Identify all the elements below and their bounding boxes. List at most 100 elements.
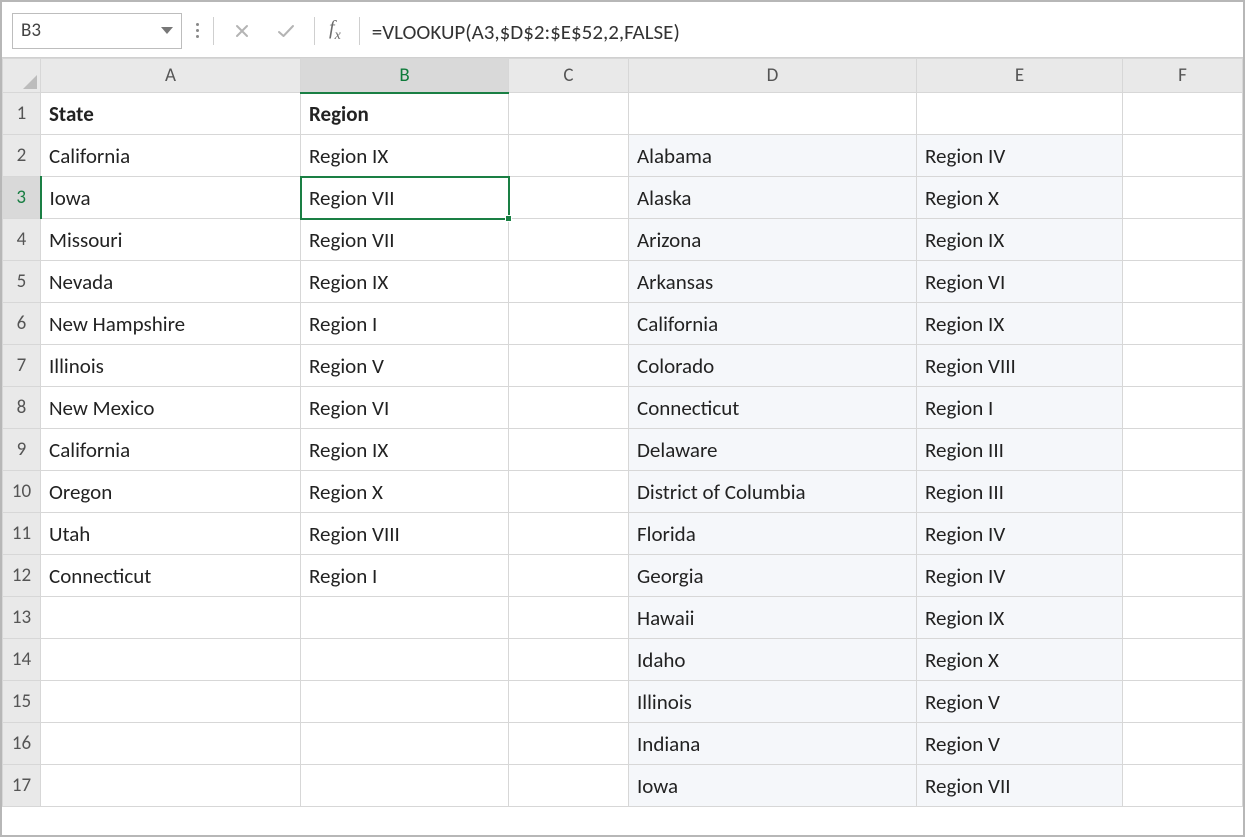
cell-C3[interactable] bbox=[509, 177, 629, 219]
cell-C16[interactable] bbox=[509, 723, 629, 765]
cell-C13[interactable] bbox=[509, 597, 629, 639]
column-header-C[interactable]: C bbox=[509, 59, 629, 93]
cell-B4[interactable]: Region VII bbox=[301, 219, 509, 261]
cell-A8[interactable]: New Mexico bbox=[41, 387, 301, 429]
cell-E11[interactable]: Region IV bbox=[917, 513, 1123, 555]
cell-F15[interactable] bbox=[1123, 681, 1243, 723]
cell-F4[interactable] bbox=[1123, 219, 1243, 261]
cell-B15[interactable] bbox=[301, 681, 509, 723]
cell-A15[interactable] bbox=[41, 681, 301, 723]
cell-C11[interactable] bbox=[509, 513, 629, 555]
cell-C15[interactable] bbox=[509, 681, 629, 723]
cell-A14[interactable] bbox=[41, 639, 301, 681]
cell-E14[interactable]: Region X bbox=[917, 639, 1123, 681]
worksheet-grid[interactable]: A B C D E F 1StateRegion2CaliforniaRegio… bbox=[2, 58, 1243, 835]
cell-D1[interactable] bbox=[629, 93, 917, 135]
row-header[interactable]: 8 bbox=[3, 387, 41, 429]
enter-formula-button[interactable] bbox=[270, 15, 302, 47]
cell-D12[interactable]: Georgia bbox=[629, 555, 917, 597]
cell-D11[interactable]: Florida bbox=[629, 513, 917, 555]
cell-D3[interactable]: Alaska bbox=[629, 177, 917, 219]
row-header[interactable]: 16 bbox=[3, 723, 41, 765]
cell-E3[interactable]: Region X bbox=[917, 177, 1123, 219]
cell-D15[interactable]: Illinois bbox=[629, 681, 917, 723]
cell-E4[interactable]: Region IX bbox=[917, 219, 1123, 261]
cell-A16[interactable] bbox=[41, 723, 301, 765]
cell-B13[interactable] bbox=[301, 597, 509, 639]
cell-F14[interactable] bbox=[1123, 639, 1243, 681]
cell-B16[interactable] bbox=[301, 723, 509, 765]
cell-B7[interactable]: Region V bbox=[301, 345, 509, 387]
row-header[interactable]: 5 bbox=[3, 261, 41, 303]
row-header[interactable]: 15 bbox=[3, 681, 41, 723]
cell-D16[interactable]: Indiana bbox=[629, 723, 917, 765]
cell-E13[interactable]: Region IX bbox=[917, 597, 1123, 639]
cell-D4[interactable]: Arizona bbox=[629, 219, 917, 261]
row-header[interactable]: 11 bbox=[3, 513, 41, 555]
cell-B10[interactable]: Region X bbox=[301, 471, 509, 513]
cell-E1[interactable] bbox=[917, 93, 1123, 135]
row-header[interactable]: 3 bbox=[3, 177, 41, 219]
cell-D13[interactable]: Hawaii bbox=[629, 597, 917, 639]
cell-D8[interactable]: Connecticut bbox=[629, 387, 917, 429]
row-header[interactable]: 9 bbox=[3, 429, 41, 471]
column-header-B[interactable]: B bbox=[301, 59, 509, 93]
row-header[interactable]: 13 bbox=[3, 597, 41, 639]
cell-A10[interactable]: Oregon bbox=[41, 471, 301, 513]
cell-E10[interactable]: Region III bbox=[917, 471, 1123, 513]
cell-C5[interactable] bbox=[509, 261, 629, 303]
cell-C17[interactable] bbox=[509, 765, 629, 807]
cell-E9[interactable]: Region III bbox=[917, 429, 1123, 471]
cell-B17[interactable] bbox=[301, 765, 509, 807]
cell-E5[interactable]: Region VI bbox=[917, 261, 1123, 303]
row-header[interactable]: 4 bbox=[3, 219, 41, 261]
formula-input[interactable]: =VLOOKUP(A3,$D$2:$E$52,2,FALSE) bbox=[372, 17, 1233, 45]
cell-C8[interactable] bbox=[509, 387, 629, 429]
row-header[interactable]: 2 bbox=[3, 135, 41, 177]
cell-B1[interactable]: Region bbox=[301, 93, 509, 135]
cell-A9[interactable]: California bbox=[41, 429, 301, 471]
cell-C10[interactable] bbox=[509, 471, 629, 513]
row-header[interactable]: 12 bbox=[3, 555, 41, 597]
cell-F6[interactable] bbox=[1123, 303, 1243, 345]
cell-C7[interactable] bbox=[509, 345, 629, 387]
cell-D2[interactable]: Alabama bbox=[629, 135, 917, 177]
row-header[interactable]: 7 bbox=[3, 345, 41, 387]
drag-handle-icon[interactable] bbox=[194, 23, 201, 38]
cell-B5[interactable]: Region IX bbox=[301, 261, 509, 303]
cell-A1[interactable]: State bbox=[41, 93, 301, 135]
cell-C12[interactable] bbox=[509, 555, 629, 597]
cell-F16[interactable] bbox=[1123, 723, 1243, 765]
cell-F5[interactable] bbox=[1123, 261, 1243, 303]
cell-C9[interactable] bbox=[509, 429, 629, 471]
cell-D6[interactable]: California bbox=[629, 303, 917, 345]
column-header-A[interactable]: A bbox=[41, 59, 301, 93]
cell-F17[interactable] bbox=[1123, 765, 1243, 807]
cell-A11[interactable]: Utah bbox=[41, 513, 301, 555]
cell-C4[interactable] bbox=[509, 219, 629, 261]
cell-B11[interactable]: Region VIII bbox=[301, 513, 509, 555]
cell-D7[interactable]: Colorado bbox=[629, 345, 917, 387]
cell-B6[interactable]: Region I bbox=[301, 303, 509, 345]
cell-A6[interactable]: New Hampshire bbox=[41, 303, 301, 345]
cell-F7[interactable] bbox=[1123, 345, 1243, 387]
name-box[interactable]: B3 bbox=[12, 13, 182, 49]
cell-F13[interactable] bbox=[1123, 597, 1243, 639]
cell-E12[interactable]: Region IV bbox=[917, 555, 1123, 597]
cell-D14[interactable]: Idaho bbox=[629, 639, 917, 681]
cell-B12[interactable]: Region I bbox=[301, 555, 509, 597]
row-header[interactable]: 6 bbox=[3, 303, 41, 345]
cell-F2[interactable] bbox=[1123, 135, 1243, 177]
cell-D10[interactable]: District of Columbia bbox=[629, 471, 917, 513]
cell-B2[interactable]: Region IX bbox=[301, 135, 509, 177]
cell-F1[interactable] bbox=[1123, 93, 1243, 135]
cell-A5[interactable]: Nevada bbox=[41, 261, 301, 303]
cell-E8[interactable]: Region I bbox=[917, 387, 1123, 429]
cell-B3[interactable]: Region VII bbox=[301, 177, 509, 219]
cell-E7[interactable]: Region VIII bbox=[917, 345, 1123, 387]
cell-A13[interactable] bbox=[41, 597, 301, 639]
cell-F12[interactable] bbox=[1123, 555, 1243, 597]
cell-E2[interactable]: Region IV bbox=[917, 135, 1123, 177]
cancel-formula-button[interactable] bbox=[226, 15, 258, 47]
cell-F11[interactable] bbox=[1123, 513, 1243, 555]
